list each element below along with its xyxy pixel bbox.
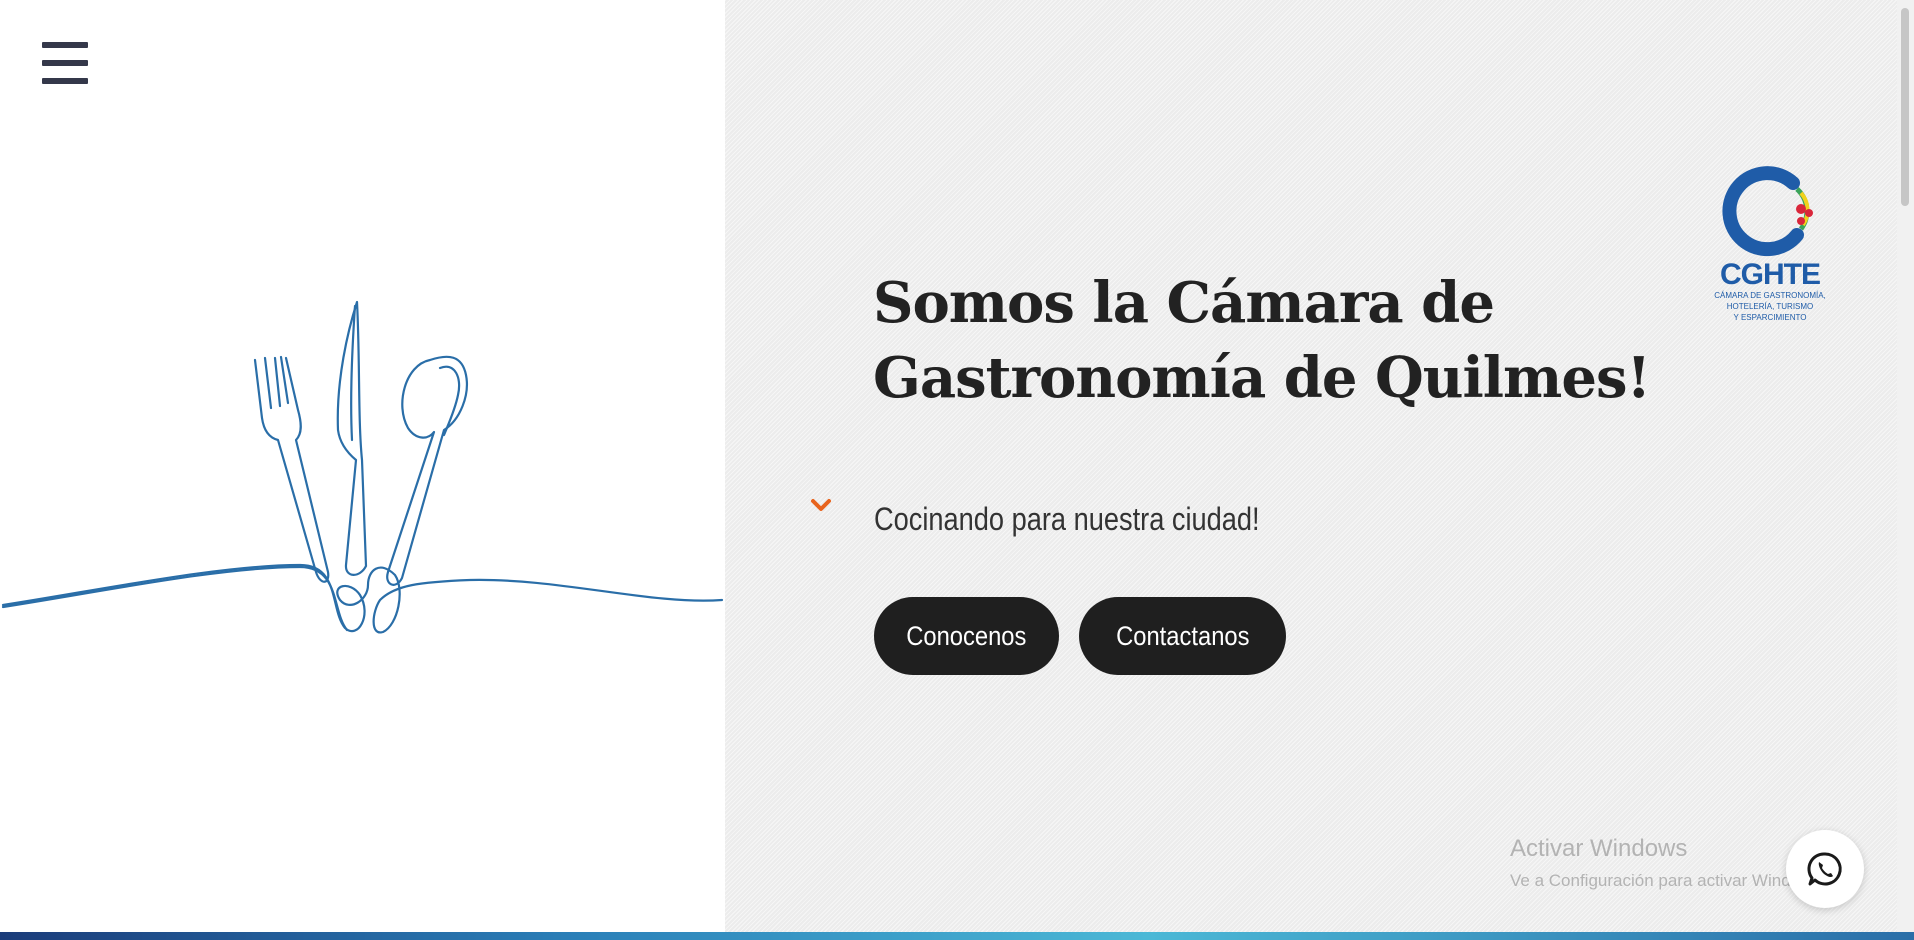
chevron-down-icon (811, 499, 831, 511)
logo-subtitle-line: CÁMARA DE GASTRONOMÍA, (1714, 291, 1826, 300)
logo-subtitle-line: Y ESPARCIMIENTO (1733, 313, 1807, 322)
whatsapp-icon (1807, 852, 1842, 886)
bottom-image-strip (0, 932, 1914, 940)
watermark-title: Activar Windows (1510, 835, 1688, 862)
menu-bar (42, 42, 88, 48)
logo-subtitle-line: HOTELERÍA, TURISMO (1726, 302, 1814, 311)
cutlery-line-art (1, 300, 724, 634)
left-panel (0, 0, 725, 932)
scrollbar[interactable] (1897, 0, 1914, 932)
hero-title: Somos la Cámara de Gastronomía de Quilme… (873, 270, 1651, 411)
scrollbar-thumb[interactable] (1901, 8, 1909, 206)
hero-subtitle: Cocinando para nuestra ciudad! (874, 501, 1260, 537)
whatsapp-button[interactable] (1786, 830, 1864, 908)
logo-acronym: CGHTE (1720, 258, 1821, 291)
logo-emblem-icon (1722, 166, 1813, 257)
menu-bar (42, 60, 88, 66)
contactanos-button-label: Contactanos (1115, 620, 1250, 651)
contactanos-button[interactable]: Contactanos (1079, 597, 1286, 675)
hamburger-menu-icon[interactable] (42, 42, 88, 84)
hero-panel (725, 0, 1914, 932)
conocenos-button[interactable]: Conocenos (874, 597, 1059, 675)
conocenos-button-label: Conocenos (906, 620, 1027, 651)
windows-activation-watermark: Activar Windows Ve a Configuración para … (1510, 835, 1826, 891)
cghte-logo: CGHTE CÁMARA DE GASTRONOMÍA, HOTELERÍA, … (1705, 165, 1835, 322)
menu-bar (42, 78, 88, 84)
watermark-subtitle: Ve a Configuración para activar Windows. (1510, 871, 1826, 890)
